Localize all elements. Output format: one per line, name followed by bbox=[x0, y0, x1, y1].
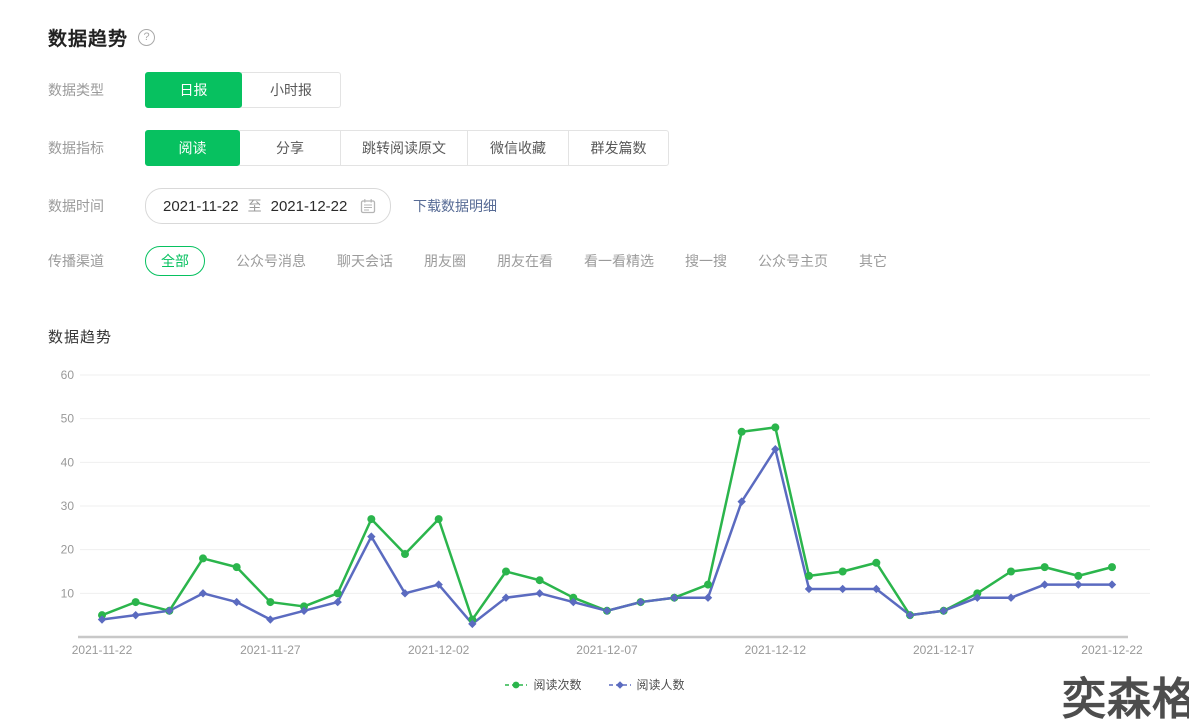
legend-label-read-users: 阅读人数 bbox=[637, 676, 685, 693]
svg-text:2021-12-12: 2021-12-12 bbox=[745, 643, 807, 657]
start-date: 2021-11-22 bbox=[163, 198, 239, 215]
legend-label-read-count: 阅读次数 bbox=[533, 676, 581, 693]
svg-text:2021-12-02: 2021-12-02 bbox=[408, 643, 470, 657]
channel-search[interactable]: 搜一搜 bbox=[685, 251, 727, 271]
watermark-text: 奕森格 bbox=[1062, 678, 1189, 722]
channel-chat-session[interactable]: 聊天会话 bbox=[337, 251, 393, 271]
channel-account-homepage[interactable]: 公众号主页 bbox=[758, 251, 828, 271]
channel-friends-reading[interactable]: 朋友在看 bbox=[497, 251, 553, 271]
svg-text:2021-11-22: 2021-11-22 bbox=[72, 643, 133, 657]
data-type-row: 数据类型 日报 小时报 bbox=[48, 72, 341, 108]
svg-text:10: 10 bbox=[61, 586, 75, 600]
data-metric-label: 数据指标 bbox=[48, 138, 145, 158]
svg-text:20: 20 bbox=[61, 543, 75, 557]
tab-share[interactable]: 分享 bbox=[239, 130, 341, 166]
tab-mass-send-count[interactable]: 群发篇数 bbox=[568, 130, 669, 166]
channel-official-message[interactable]: 公众号消息 bbox=[236, 251, 306, 271]
page-header: 数据趋势 ? bbox=[48, 24, 155, 51]
page-title: 数据趋势 bbox=[48, 24, 128, 51]
legend-item-read-users[interactable]: 阅读人数 bbox=[608, 676, 685, 693]
help-icon[interactable]: ? bbox=[138, 29, 155, 46]
date-separator: 至 bbox=[248, 196, 262, 216]
legend-marker-diamond-icon bbox=[608, 679, 632, 691]
channel-other[interactable]: 其它 bbox=[859, 251, 887, 271]
svg-text:40: 40 bbox=[61, 455, 75, 469]
channel-row: 传播渠道 全部 公众号消息 聊天会话 朋友圈 朋友在看 看一看精选 搜一搜 公众… bbox=[48, 246, 887, 276]
data-metric-row: 数据指标 阅读 分享 跳转阅读原文 微信收藏 群发篇数 bbox=[48, 130, 669, 166]
data-time-label: 数据时间 bbox=[48, 196, 145, 216]
data-time-row: 数据时间 2021-11-22 至 2021-12-22 下载数据明细 bbox=[48, 188, 497, 224]
channel-top-stories[interactable]: 看一看精选 bbox=[584, 251, 654, 271]
data-type-button-group: 日报 小时报 bbox=[145, 72, 341, 108]
channel-all[interactable]: 全部 bbox=[145, 246, 205, 276]
svg-text:2021-12-22: 2021-12-22 bbox=[1081, 643, 1143, 657]
chart-legend: 阅读次数 阅读人数 bbox=[0, 676, 1189, 693]
svg-text:2021-12-17: 2021-12-17 bbox=[913, 643, 975, 657]
data-type-label: 数据类型 bbox=[48, 80, 145, 100]
tab-wechat-favorite[interactable]: 微信收藏 bbox=[467, 130, 569, 166]
tab-jump-original[interactable]: 跳转阅读原文 bbox=[340, 130, 468, 166]
svg-text:60: 60 bbox=[61, 368, 75, 382]
tab-read[interactable]: 阅读 bbox=[145, 130, 240, 166]
legend-marker-circle-icon bbox=[504, 679, 528, 691]
channel-moments[interactable]: 朋友圈 bbox=[424, 251, 466, 271]
legend-item-read-count[interactable]: 阅读次数 bbox=[504, 676, 581, 693]
channel-label: 传播渠道 bbox=[48, 251, 145, 271]
analytics-page: { "page": { "title": "数据趋势" }, "filters"… bbox=[0, 0, 1189, 724]
data-metric-button-group: 阅读 分享 跳转阅读原文 微信收藏 群发篇数 bbox=[145, 130, 669, 166]
end-date: 2021-12-22 bbox=[271, 198, 348, 215]
svg-text:30: 30 bbox=[61, 499, 75, 513]
svg-text:2021-12-07: 2021-12-07 bbox=[576, 643, 638, 657]
svg-text:50: 50 bbox=[61, 412, 75, 426]
chart-section-title: 数据趋势 bbox=[48, 326, 112, 347]
svg-text:2021-11-27: 2021-11-27 bbox=[240, 643, 301, 657]
tab-daily-report[interactable]: 日报 bbox=[145, 72, 242, 108]
trend-line-chart: 10 20 30 40 50 60 2021-11-22 2021-11-27 2021-12-… bbox=[0, 358, 1189, 670]
calendar-icon[interactable] bbox=[360, 198, 376, 214]
channel-list: 全部 公众号消息 聊天会话 朋友圈 朋友在看 看一看精选 搜一搜 公众号主页 其… bbox=[145, 246, 887, 276]
download-data-link[interactable]: 下载数据明细 bbox=[413, 196, 497, 216]
tab-hourly-report[interactable]: 小时报 bbox=[241, 72, 341, 108]
date-range-picker[interactable]: 2021-11-22 至 2021-12-22 bbox=[145, 188, 391, 224]
